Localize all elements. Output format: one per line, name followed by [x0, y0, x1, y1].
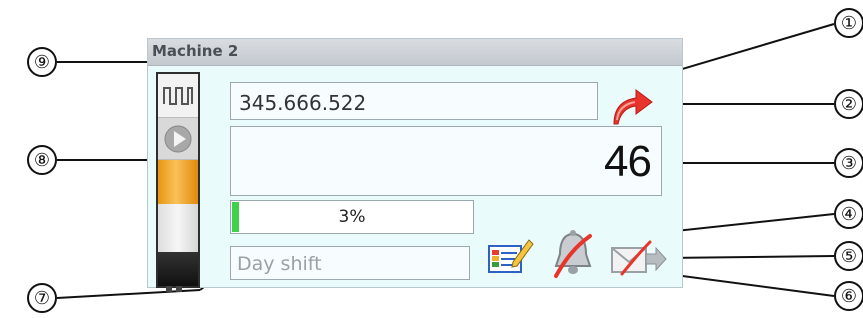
callout-6: ⑥ [834, 281, 863, 311]
counter-value: 345.666.522 [239, 91, 367, 115]
bell-muted-icon[interactable] [550, 228, 596, 280]
callout-1: ① [834, 8, 863, 38]
callout-3: ③ [834, 148, 863, 178]
annotated-screenshot: Machine 2 345.666.522 46 3% Day shift ① … [0, 0, 863, 318]
edit-note-icon[interactable] [487, 236, 535, 276]
callout-5: ⑤ [834, 241, 863, 271]
callout-7: ⑦ [27, 283, 57, 313]
callout-8: ⑧ [27, 145, 57, 175]
progress-bar: 3% [230, 200, 474, 234]
callout-2: ② [834, 89, 863, 119]
callout-9: ⑨ [27, 47, 57, 77]
main-count-field: 46 [230, 126, 662, 196]
main-count-value: 46 [604, 137, 652, 186]
progress-label: 3% [338, 207, 366, 227]
shift-label: Day shift [237, 253, 322, 275]
counter-field: 345.666.522 [230, 82, 598, 120]
shift-field: Day shift [230, 246, 470, 280]
mail-forward-disabled-icon[interactable] [610, 240, 668, 278]
callout-4: ④ [834, 199, 863, 229]
redo-arrow-icon[interactable] [608, 84, 656, 126]
